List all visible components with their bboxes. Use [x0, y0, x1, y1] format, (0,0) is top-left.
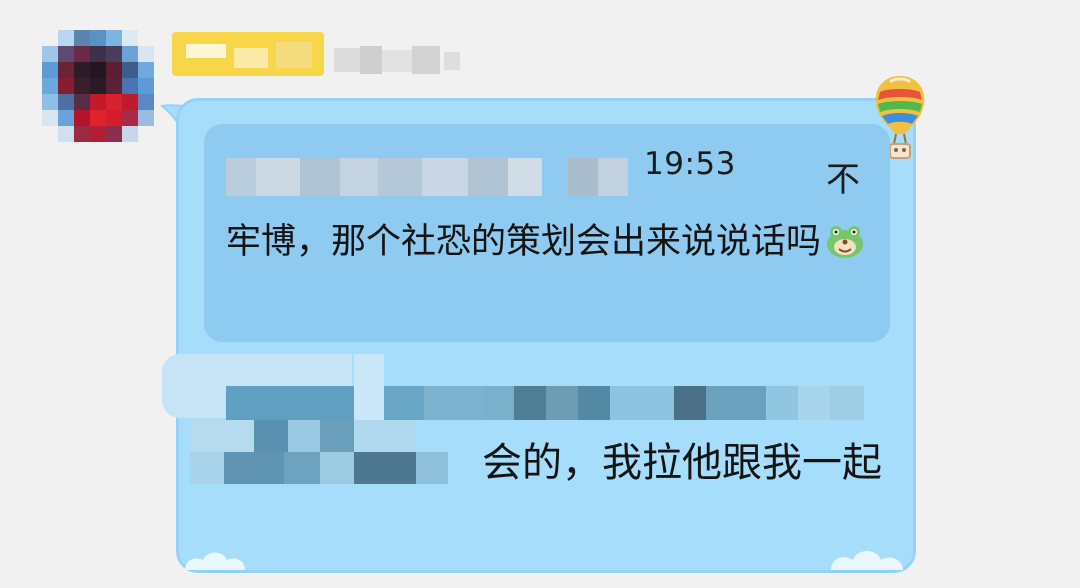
quoted-message[interactable]: 19:53 不 牢博，那个社恐的策划会出来说说话吗 — [204, 124, 890, 342]
reply-text-container: 会的，我拉他跟我一起 — [212, 436, 902, 490]
cloud-decoration-icon — [185, 552, 245, 570]
quote-action-glyph[interactable]: 不 — [826, 152, 860, 201]
sender-avatar[interactable] — [42, 30, 154, 142]
reply-text: 会的，我拉他跟我一起 — [482, 440, 882, 486]
sender-name-badge — [172, 32, 324, 76]
quote-sender-redacted — [204, 154, 890, 198]
sender-title-redacted — [334, 44, 464, 74]
chat-screen: 19:53 不 牢博，那个社恐的策划会出来说说话吗 会的，我拉他跟我一起 — [0, 0, 1080, 588]
quote-text: 牢博，那个社恐的策划会出来说说话吗 — [226, 222, 822, 262]
cloud-decoration-icon — [831, 551, 903, 570]
frog-emoji-icon — [827, 226, 864, 258]
quote-timestamp: 19:53 — [644, 146, 736, 182]
quote-text-container: 牢博，那个社恐的策划会出来说说话吗 — [226, 216, 866, 268]
